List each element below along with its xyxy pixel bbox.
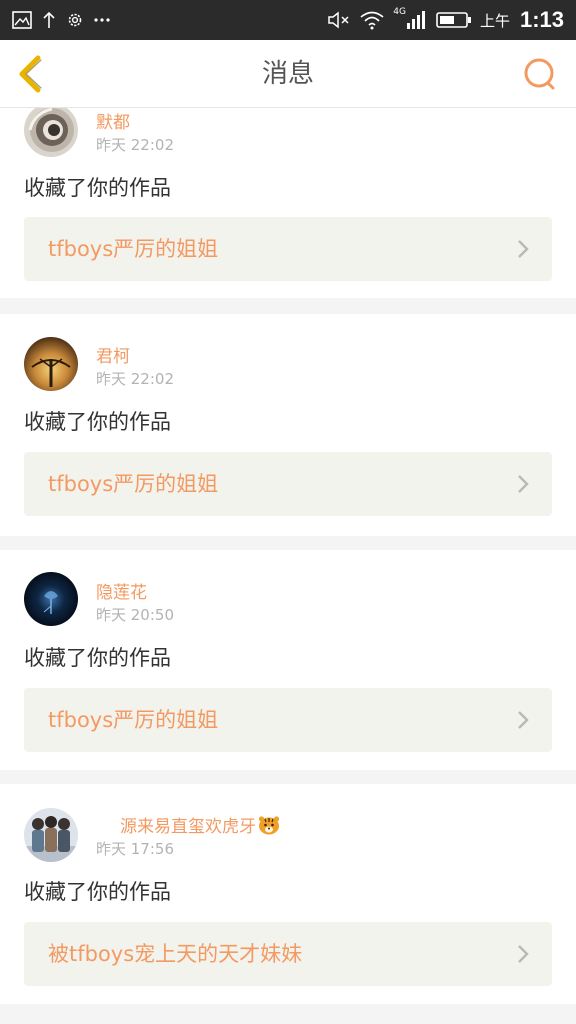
work-title: tfboys严厉的姐姐 [48, 472, 219, 496]
user-name[interactable]: 隐莲花 [96, 578, 147, 603]
work-link[interactable]: tfboys严厉的姐姐 [24, 688, 552, 752]
chevron-right-icon [518, 240, 529, 258]
timestamp: 昨天 22:02 [96, 136, 174, 154]
avatar[interactable] [24, 808, 78, 862]
list-item: 默都 昨天 22:02 收藏了你的作品 tfboys严厉的姐姐 [0, 108, 576, 298]
avatar[interactable] [24, 337, 78, 391]
gallery-icon [12, 11, 32, 29]
nav-bar: 消息 [0, 40, 576, 108]
work-link[interactable]: tfboys严厉的姐姐 [24, 217, 552, 281]
network-type-label: 4G [393, 7, 406, 17]
signal-icon [406, 11, 425, 29]
timestamp: 昨天 22:02 [96, 370, 174, 388]
chevron-right-icon [518, 475, 529, 493]
work-link[interactable]: tfboys严厉的姐姐 [24, 452, 552, 516]
timestamp: 昨天 17:56 [96, 840, 174, 858]
avatar[interactable] [24, 108, 78, 157]
action-text: 收藏了你的作品 [24, 410, 171, 434]
avatar-image [24, 808, 78, 862]
chevron-right-icon [518, 945, 529, 963]
work-title: tfboys严厉的姐姐 [48, 708, 219, 732]
avatar-image [24, 337, 78, 391]
page-title: 消息 [261, 59, 314, 89]
list-item: 君柯 昨天 22:02 收藏了你的作品 tfboys严厉的姐姐 [0, 314, 576, 536]
message-list[interactable]: 默都 昨天 22:02 收藏了你的作品 tfboys严厉的姐姐 君柯 昨天 22… [0, 108, 576, 1024]
more-dots-icon [94, 18, 110, 22]
user-name[interactable]: 源来易直玺欢虎牙 [120, 812, 280, 837]
wifi-icon [360, 11, 384, 30]
clock: 1:13 [519, 7, 564, 32]
upload-icon [43, 11, 55, 28]
list-item: 源来易直玺欢虎牙 昨天 17:56 收藏了你的作品 被tfboys宠上天的天才妹… [0, 784, 576, 1004]
work-link[interactable]: 被tfboys宠上天的天才妹妹 [24, 922, 552, 986]
settings-gear-icon [68, 13, 82, 27]
avatar[interactable] [24, 572, 78, 626]
action-text: 收藏了你的作品 [24, 176, 171, 200]
avatar-image [24, 572, 78, 626]
status-bar-left [12, 8, 110, 32]
action-text: 收藏了你的作品 [24, 880, 171, 904]
user-name[interactable]: 君柯 [96, 342, 130, 367]
chevron-right-icon [518, 711, 529, 729]
user-name[interactable]: 默都 [96, 108, 130, 133]
mute-icon [328, 11, 349, 29]
list-item: 隐莲花 昨天 20:50 收藏了你的作品 tfboys严厉的姐姐 [0, 550, 576, 770]
avatar-image [24, 108, 78, 157]
timestamp: 昨天 20:50 [96, 606, 174, 624]
action-text: 收藏了你的作品 [24, 646, 171, 670]
user-name-text: 源来易直玺欢虎牙 [120, 817, 256, 837]
battery-icon [436, 12, 471, 28]
status-bar-right: 4G 上午 1:13 [327, 7, 564, 32]
work-title: 被tfboys宠上天的天才妹妹 [48, 942, 303, 966]
tiger-emoji-icon [258, 816, 280, 835]
status-bar: 4G 上午 1:13 [0, 0, 576, 40]
search-icon[interactable] [520, 54, 560, 94]
time-period-label: 上午 [479, 11, 510, 30]
work-title: tfboys严厉的姐姐 [48, 237, 219, 261]
